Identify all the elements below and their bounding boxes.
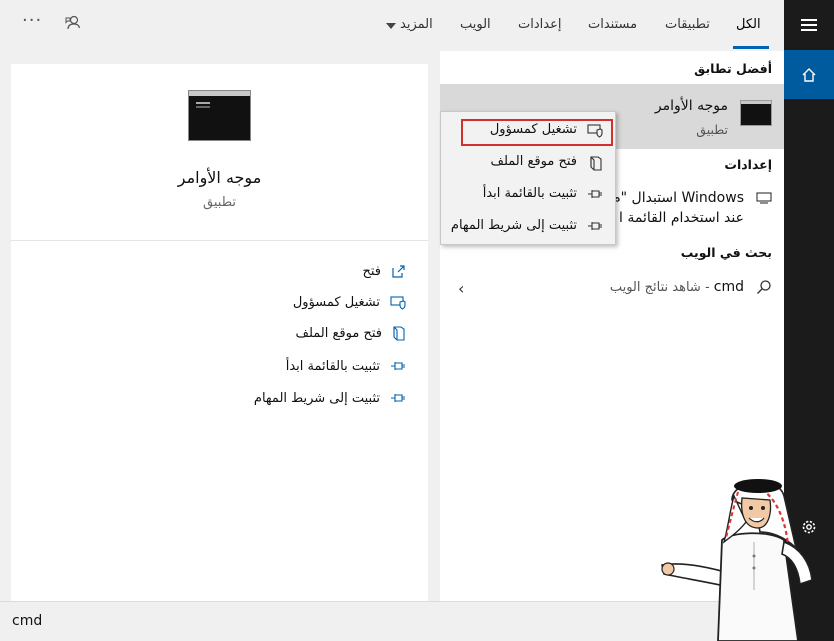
action-label: تثبيت إلى شريط المهام (253, 390, 380, 406)
best-match-heading: أفضل تطابق (694, 61, 772, 76)
action-pin-to-taskbar[interactable]: تثبيت إلى شريط المهام (254, 386, 406, 410)
chevron-left-icon[interactable]: ‹ (458, 279, 464, 298)
context-menu: تشغيل كمسؤول فتح موقع الملف تثبيت بالقائ… (440, 111, 616, 245)
home-icon (802, 67, 816, 82)
pin-icon (588, 190, 602, 198)
action-label: تثبيت بالقائمة ابدأ (285, 358, 380, 374)
pin-icon (391, 394, 405, 402)
menu-item-pin-to-start[interactable]: تثبيت بالقائمة ابدأ (441, 180, 617, 208)
best-match-kind: تطبيق (696, 122, 728, 137)
more-options-button[interactable]: ··· (22, 10, 42, 31)
tab-web[interactable]: الويب (460, 17, 491, 32)
tab-all[interactable]: الكل (736, 17, 761, 32)
hamburger-icon (801, 24, 817, 26)
action-open-file-location[interactable]: فتح موقع الملف (296, 321, 406, 345)
preview-title: موجه الأوامر (177, 168, 262, 187)
tab-more[interactable]: المزيد (400, 17, 433, 32)
pin-icon (391, 362, 405, 370)
web-query-suffix: - شاهد نتائج الويب (609, 280, 714, 295)
command-prompt-icon (740, 100, 772, 126)
search-input[interactable]: cmd (12, 613, 42, 629)
menu-item-label: فتح موقع الملف (490, 154, 577, 169)
home-button[interactable] (784, 50, 834, 99)
pin-icon (588, 222, 602, 230)
tab-settings[interactable]: إعدادات (518, 17, 561, 32)
action-pin-to-start[interactable]: تثبيت بالقائمة ابدأ (286, 354, 406, 378)
monitor-icon (756, 192, 772, 204)
menu-button[interactable] (784, 0, 834, 50)
action-open[interactable]: فتح (362, 259, 406, 283)
menu-item-label: تثبيت بالقائمة ابدأ (482, 186, 577, 201)
search-scope-bar: الكل تطبيقات مستندات إعدادات الويب المزي… (0, 0, 784, 50)
search-icon (757, 280, 771, 294)
divider (11, 240, 428, 241)
action-run-as-admin[interactable]: تشغيل كمسؤول (293, 290, 406, 314)
mascot-illustration (661, 479, 813, 641)
feedback-icon[interactable] (64, 14, 82, 32)
open-icon (392, 264, 405, 278)
preview-subtitle: تطبيق (203, 195, 236, 210)
menu-item-pin-to-taskbar[interactable]: تثبيت إلى شريط المهام (441, 212, 617, 240)
active-tab-indicator (733, 46, 769, 49)
web-search-text: cmd - شاهد نتائج الويب (610, 279, 744, 295)
chevron-down-icon[interactable] (386, 23, 396, 29)
best-match-name: موجه الأوامر (654, 98, 728, 114)
tab-documents[interactable]: مستندات (588, 17, 637, 32)
settings-heading: إعدادات (724, 157, 772, 172)
tab-apps[interactable]: تطبيقات (665, 17, 710, 32)
menu-item-run-as-admin[interactable]: تشغيل كمسؤول (441, 116, 617, 146)
folder-icon (393, 326, 405, 341)
folder-icon (590, 156, 602, 171)
action-label: فتح موقع الملف (295, 325, 382, 341)
menu-item-label: تثبيت إلى شريط المهام (450, 218, 577, 233)
command-prompt-icon (188, 90, 251, 141)
menu-item-open-file-location[interactable]: فتح موقع الملف (441, 148, 617, 176)
selection-highlight (461, 119, 613, 146)
setting-result-line2[interactable]: عند استخدام القائمة ا (619, 210, 744, 226)
action-label: فتح (362, 263, 381, 279)
action-label: تشغيل كمسؤول (292, 294, 380, 310)
app-preview-panel: موجه الأوامر تطبيق فتح تشغيل كمسؤول فتح … (11, 64, 428, 601)
shield-icon (390, 295, 406, 310)
web-search-result[interactable]: cmd - شاهد نتائج الويب ‹ (440, 273, 784, 303)
web-query: cmd (713, 279, 744, 295)
setting-result-line1[interactable]: Windows استبدال "م (612, 190, 744, 206)
web-search-heading: بحث في الويب (680, 245, 772, 260)
